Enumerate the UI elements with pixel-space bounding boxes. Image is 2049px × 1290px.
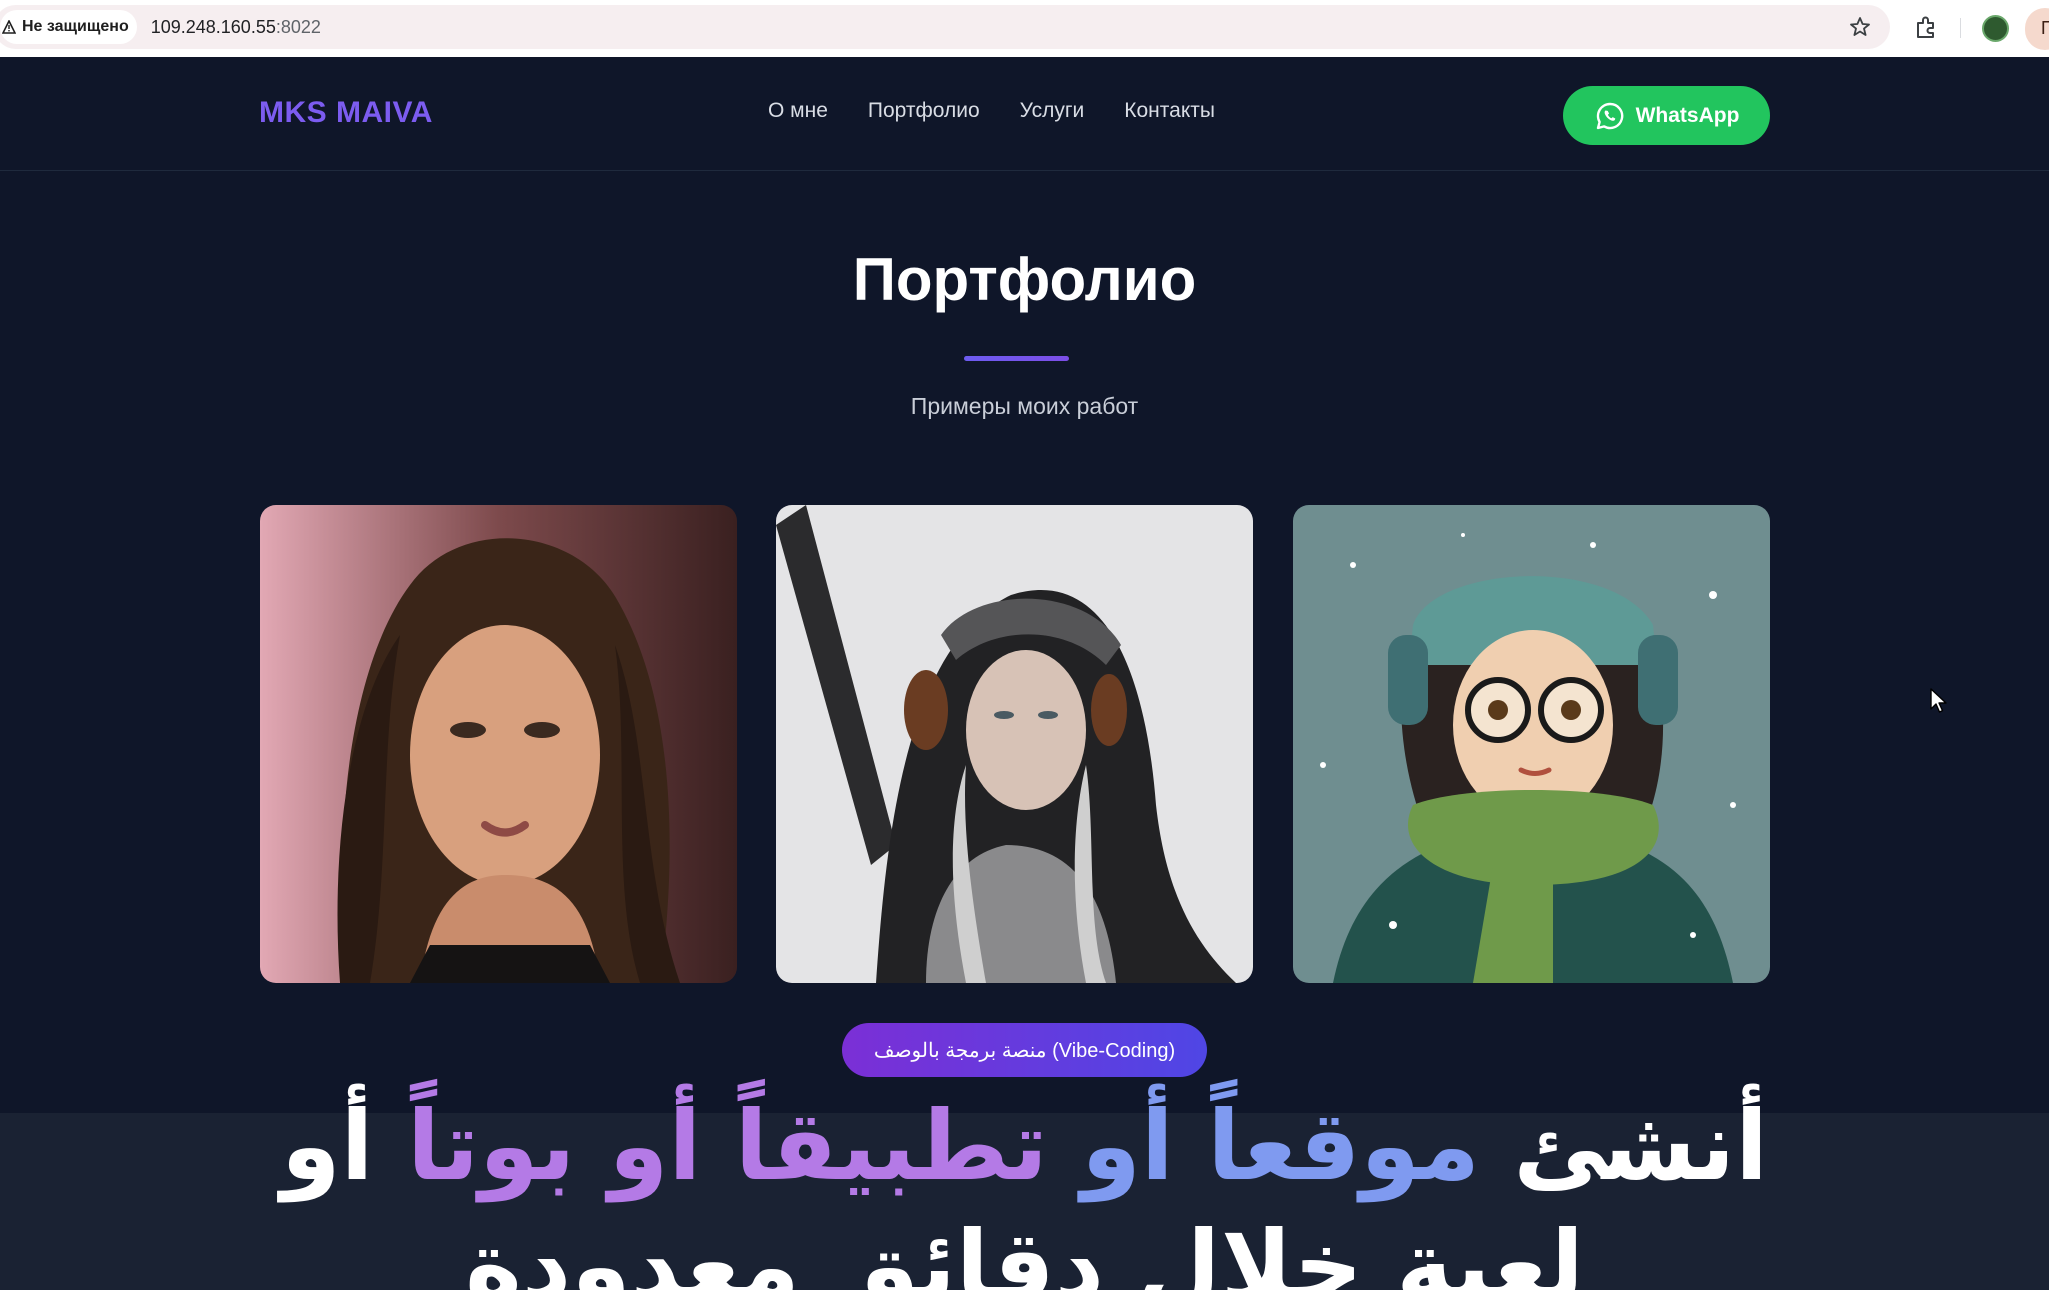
whatsapp-button[interactable]: WhatsApp <box>1563 86 1770 145</box>
url-text[interactable]: 109.248.160.55:8022 <box>151 17 321 38</box>
browser-toolbar: Не защищено 109.248.160.55:8022 П <box>0 0 2049 57</box>
site-header: MKS MAIVA О мне Портфолио Услуги Контакт… <box>0 57 2049 171</box>
caption-word-create: أنشئ <box>1513 1090 1768 1202</box>
winter-illustration-image <box>1293 505 1770 983</box>
mouse-cursor-icon <box>1930 688 1947 713</box>
caption-line-2: لعبة خلال دقائق معدودة <box>465 1210 1584 1290</box>
caption-highlight-purple: تطبيقاً أو بوتاً <box>406 1090 1048 1202</box>
nav-item-portfolio[interactable]: Портфолио <box>868 99 980 123</box>
portfolio-subtitle: Примеры моих работ <box>910 393 1139 419</box>
profile-avatar[interactable] <box>1982 15 2009 42</box>
caption-line-1: أنشئ موقعاً أو تطبيقاً أو بوتاً أو <box>0 1090 2049 1202</box>
toolbar-divider <box>1960 18 1961 38</box>
winter-hood-image <box>776 505 1253 983</box>
profile-chip[interactable]: П <box>2025 8 2049 50</box>
security-label: Не защищено <box>22 18 129 35</box>
site-logo[interactable]: MKS MAIVA <box>259 96 433 130</box>
whatsapp-label: WhatsApp <box>1635 103 1740 127</box>
whatsapp-icon <box>1596 102 1623 129</box>
extensions-puzzle-icon[interactable] <box>1913 15 1939 41</box>
promo-pill: منصة برمجة بالوصف (Vibe-Coding) <box>842 1023 1207 1077</box>
nav-item-services[interactable]: Услуги <box>1020 99 1085 123</box>
security-chip[interactable]: Не защищено <box>0 10 137 44</box>
portrait-image <box>260 505 737 983</box>
portfolio-item-winter-hood[interactable] <box>776 505 1253 983</box>
nav-item-contacts[interactable]: Контакты <box>1124 99 1215 123</box>
portfolio-item-winter-illustration[interactable] <box>1293 505 1770 983</box>
url-host: 109.248.160.55 <box>150 16 276 37</box>
warning-icon <box>2 20 16 34</box>
url-port: :8022 <box>275 16 321 37</box>
title-underline <box>964 356 1069 361</box>
caption-highlight-blue: موقعاً أو <box>1081 1090 1480 1202</box>
nav-item-about[interactable]: О мне <box>768 99 828 123</box>
portfolio-item-portrait[interactable] <box>260 505 737 983</box>
portfolio-title: Портфолио <box>852 246 1197 313</box>
bookmark-star-icon[interactable] <box>1848 15 1872 39</box>
main-nav: О мне Портфолио Услуги Контакты <box>768 99 1215 123</box>
address-bar[interactable]: Не защищено 109.248.160.55:8022 <box>0 5 1890 49</box>
caption-word-or: أو <box>280 1090 374 1202</box>
